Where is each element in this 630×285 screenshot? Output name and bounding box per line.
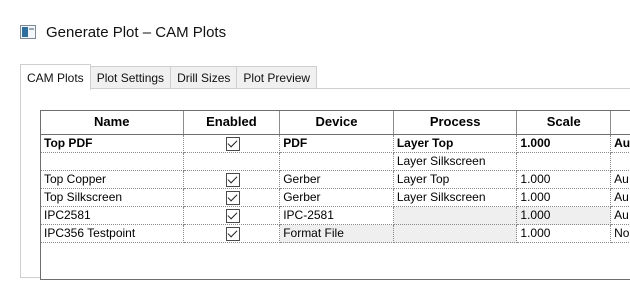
enabled-checkbox[interactable] — [225, 209, 240, 223]
row-name[interactable]: IPC356 Testpoint — [41, 225, 184, 243]
row-name[interactable]: IPC2581 — [41, 207, 184, 225]
row-scale[interactable]: 1.000 — [517, 135, 612, 153]
row-scale[interactable] — [517, 153, 612, 171]
tab-plot-preview[interactable]: Plot Preview — [236, 66, 318, 88]
title-bar: Generate Plot – CAM Plots — [20, 20, 226, 44]
row-enabled[interactable] — [183, 225, 281, 243]
row-device[interactable]: Gerber — [280, 171, 394, 189]
app-icon — [20, 25, 36, 39]
column-header-scale[interactable]: Scale — [517, 111, 612, 134]
row-extra[interactable]: Au — [611, 135, 630, 153]
column-header-enabled[interactable]: Enabled — [184, 111, 281, 134]
row-process[interactable]: Layer Silkscreen — [393, 153, 518, 171]
row-extra[interactable] — [611, 153, 630, 171]
row-process[interactable]: Layer Top — [393, 171, 518, 189]
tab-cam-plots[interactable]: CAM Plots — [20, 64, 91, 90]
row-device[interactable]: Format File — [280, 225, 394, 243]
row-process[interactable]: Layer Silkscreen — [393, 189, 518, 207]
grid-header-row: Name Enabled Device Process Scale — [41, 111, 630, 135]
row-scale[interactable]: 1.000 — [517, 171, 612, 189]
table-row[interactable]: Layer Silkscreen — [41, 153, 630, 171]
row-scale[interactable]: 1.000 — [517, 225, 612, 243]
column-header-name[interactable]: Name — [41, 111, 184, 134]
column-header-extra[interactable] — [611, 111, 630, 134]
cam-plots-grid: Name Enabled Device Process Scale Top PD… — [41, 111, 630, 243]
column-header-device[interactable]: Device — [280, 111, 394, 134]
enabled-checkbox[interactable] — [225, 227, 240, 241]
row-device[interactable]: IPC-2581 — [280, 207, 394, 225]
row-enabled — [183, 153, 281, 171]
table-row[interactable]: IPC2581 IPC-2581 1.000 Au — [41, 207, 630, 225]
table-row[interactable]: Top Silkscreen Gerber Layer Silkscreen 1… — [41, 189, 630, 207]
window-title: Generate Plot – CAM Plots — [46, 23, 227, 41]
tab-plot-settings[interactable]: Plot Settings — [89, 66, 172, 88]
table-row[interactable]: Top Copper Gerber Layer Top 1.000 Au — [41, 171, 630, 189]
row-process[interactable] — [393, 225, 518, 243]
row-enabled[interactable] — [183, 189, 281, 207]
enabled-checkbox[interactable] — [225, 137, 240, 151]
row-scale[interactable]: 1.000 — [517, 189, 612, 207]
row-name[interactable]: Top Silkscreen — [41, 189, 184, 207]
row-enabled[interactable] — [183, 207, 281, 225]
row-name[interactable]: Top PDF — [41, 135, 184, 153]
row-extra[interactable]: Au — [611, 171, 630, 189]
column-header-process[interactable]: Process — [394, 111, 518, 134]
row-enabled[interactable] — [183, 171, 281, 189]
enabled-checkbox[interactable] — [225, 191, 240, 205]
row-device[interactable] — [280, 153, 394, 171]
table-row[interactable]: Top PDF PDF Layer Top 1.000 Au — [41, 135, 630, 153]
row-device[interactable]: PDF — [280, 135, 394, 153]
row-extra[interactable]: No — [611, 225, 630, 243]
row-scale[interactable]: 1.000 — [517, 207, 612, 225]
row-device[interactable]: Gerber — [280, 189, 394, 207]
tab-drill-sizes[interactable]: Drill Sizes — [170, 66, 238, 88]
row-enabled[interactable] — [183, 135, 281, 153]
row-name[interactable]: Top Copper — [41, 171, 184, 189]
tab-strip: CAM Plots Plot Settings Drill Sizes Plot… — [20, 64, 318, 90]
table-row[interactable]: IPC356 Testpoint Format File 1.000 No — [41, 225, 630, 243]
row-extra[interactable]: Au — [611, 207, 630, 225]
row-process[interactable] — [393, 207, 518, 225]
generate-plot-window: Generate Plot – CAM Plots CAM Plots Plot… — [0, 0, 630, 285]
row-extra[interactable]: Au — [611, 189, 630, 207]
enabled-checkbox[interactable] — [225, 173, 240, 187]
row-name[interactable] — [41, 153, 184, 171]
row-process[interactable]: Layer Top — [393, 135, 518, 153]
